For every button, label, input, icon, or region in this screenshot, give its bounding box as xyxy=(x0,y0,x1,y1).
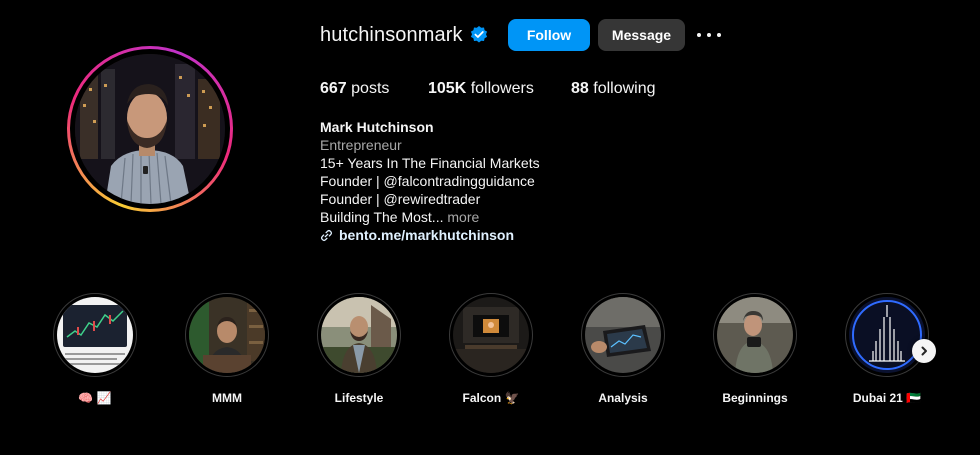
highlight-label: Beginnings xyxy=(722,391,788,405)
posts-count: 667 xyxy=(320,80,347,97)
highlight-label: Dubai 21 🇦🇪 xyxy=(852,391,922,405)
highlight-item[interactable]: Lifestyle xyxy=(314,293,404,405)
username: hutchinsonmark xyxy=(320,24,463,46)
followers-count: 105K xyxy=(428,80,467,97)
bio-line-truncated: Building The Most... more xyxy=(320,208,540,226)
following-count: 88 xyxy=(571,80,589,97)
category-label: Entrepreneur xyxy=(320,137,402,153)
followers-stat[interactable]: 105K followers xyxy=(428,80,534,98)
bio-line: Founder | @rewiredtrader xyxy=(320,191,481,207)
highlight-item[interactable]: 🧠 📈 xyxy=(50,293,140,405)
highlight-item[interactable]: Analysis xyxy=(578,293,668,405)
ellipsis-icon[interactable] xyxy=(697,26,721,44)
follow-button[interactable]: Follow xyxy=(508,19,590,51)
profile-page: hutchinsonmark Follow Message 667 posts … xyxy=(0,0,980,455)
bio-more-link[interactable]: more xyxy=(447,209,479,225)
highlight-cover xyxy=(717,297,793,373)
bio-line: 15+ Years In The Financial Markets xyxy=(320,155,540,171)
following-label: following xyxy=(593,80,656,97)
highlight-label: 🧠 📈 xyxy=(78,391,112,405)
highlight-cover xyxy=(585,297,661,373)
bio-line: Founder | @falcontradingguidance xyxy=(320,173,535,189)
profile-bio: Mark Hutchinson Entrepreneur 15+ Years I… xyxy=(320,118,540,244)
link-icon xyxy=(320,229,333,241)
full-name: Mark Hutchinson xyxy=(320,119,434,135)
highlight-cover xyxy=(321,297,397,373)
highlight-cover xyxy=(57,297,133,373)
highlight-label: Lifestyle xyxy=(334,391,384,405)
bio-truncated-text: Building The Most... xyxy=(320,209,444,225)
profile-avatar[interactable] xyxy=(67,46,233,212)
posts-label: posts xyxy=(351,80,390,97)
highlight-item[interactable]: Beginnings xyxy=(710,293,800,405)
highlight-item[interactable]: MMM xyxy=(182,293,272,405)
external-link[interactable]: bento.me/markhutchinson xyxy=(320,226,540,244)
followers-label: followers xyxy=(470,80,534,97)
following-stat[interactable]: 88 following xyxy=(571,80,656,98)
message-button[interactable]: Message xyxy=(598,19,685,51)
avatar-photo xyxy=(75,54,225,204)
highlight-label: MMM xyxy=(212,391,242,405)
chevron-right-icon[interactable] xyxy=(912,339,936,363)
highlight-cover xyxy=(189,297,265,373)
highlight-label: Falcon 🦅 xyxy=(462,391,520,405)
verified-badge-icon xyxy=(470,26,488,43)
highlight-item[interactable]: Falcon 🦅 xyxy=(446,293,536,405)
highlight-cover xyxy=(453,297,529,373)
external-link-text: bento.me/markhutchinson xyxy=(339,227,515,243)
posts-stat[interactable]: 667 posts xyxy=(320,80,389,98)
highlight-label: Analysis xyxy=(598,391,648,405)
highlight-cover xyxy=(849,297,925,373)
